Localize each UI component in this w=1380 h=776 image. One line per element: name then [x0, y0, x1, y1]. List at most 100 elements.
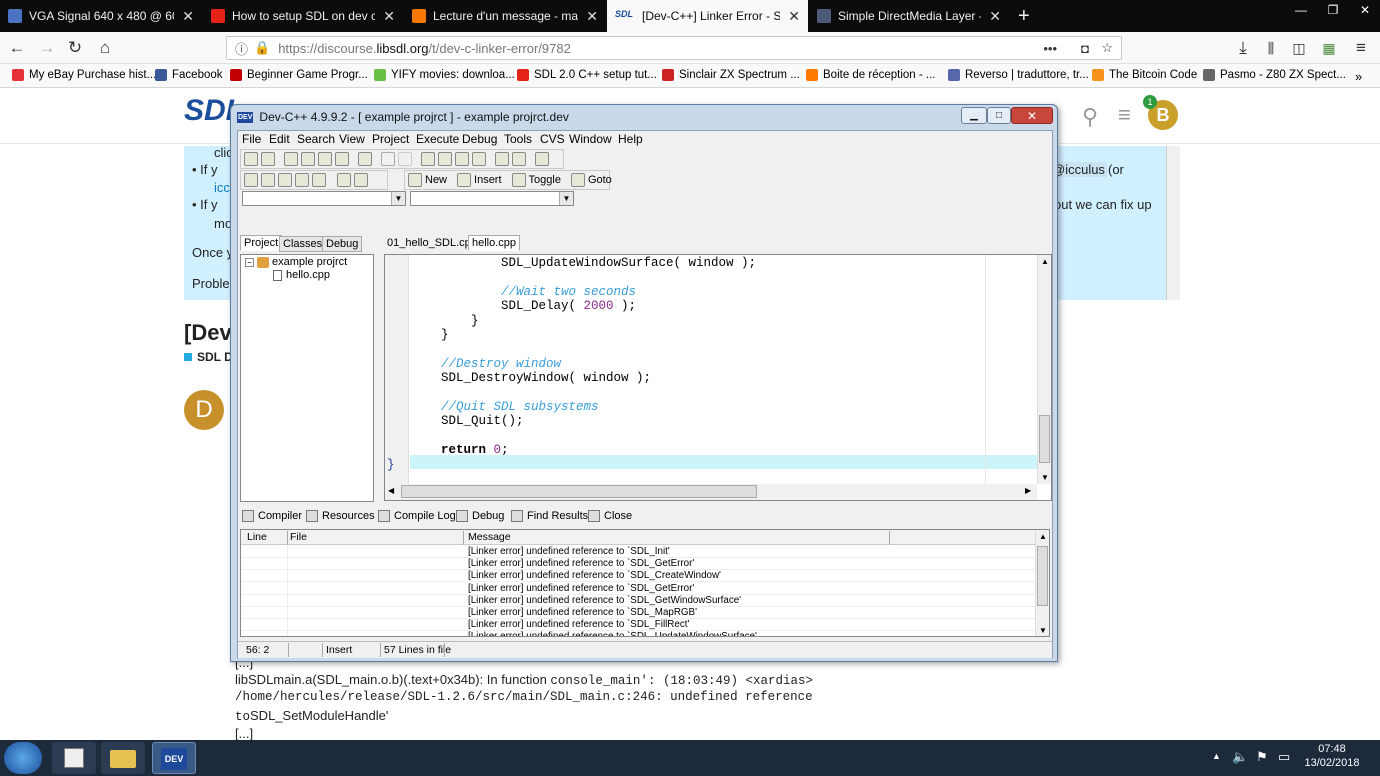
tab-sdl-setup-video[interactable]: How to setup SDL on dev c++ ✕: [203, 0, 403, 32]
print-icon[interactable]: [358, 152, 372, 166]
close-icon[interactable]: ✕: [788, 8, 800, 25]
extension-icon[interactable]: ▦: [1318, 38, 1340, 58]
bookmark-inbox[interactable]: Boite de réception - ...: [806, 69, 936, 81]
menu-view[interactable]: View: [339, 132, 365, 146]
clock[interactable]: 07:48 13/02/2018: [1300, 743, 1364, 769]
save-icon[interactable]: [301, 152, 315, 166]
insert-button[interactable]: Insert: [457, 173, 502, 187]
class-combo[interactable]: ▼: [242, 191, 406, 206]
column-divider[interactable]: [287, 531, 288, 545]
editor-vertical-scrollbar[interactable]: ▲ ▼: [1037, 255, 1051, 484]
tab-sdl-home[interactable]: Simple DirectMedia Layer - SD ✕: [809, 0, 1009, 32]
devcpp-taskbar-icon[interactable]: DEV: [152, 742, 196, 774]
close-icon[interactable]: ✕: [586, 8, 598, 25]
menu-tools[interactable]: Tools: [504, 132, 532, 146]
folder-taskbar-icon[interactable]: [101, 742, 145, 774]
menu-help[interactable]: Help: [618, 132, 643, 146]
compiler-message-row[interactable]: [Linker error] undefined reference to `S…: [241, 570, 1037, 583]
scroll-down-arrow-icon[interactable]: ▼: [1039, 626, 1047, 635]
redo-icon[interactable]: [398, 152, 412, 166]
notice-link[interactable]: icc: [214, 180, 230, 195]
tab-file-hello-cpp[interactable]: hello.cpp: [468, 235, 521, 251]
page-actions-icon[interactable]: •••: [1043, 41, 1057, 56]
goto-line-icon[interactable]: [472, 152, 486, 166]
scroll-thumb[interactable]: [401, 485, 757, 498]
compiler-message-row[interactable]: [Linker error] undefined reference to `S…: [241, 558, 1037, 571]
menu-execute[interactable]: Execute: [416, 132, 459, 146]
undo-icon[interactable]: [381, 152, 395, 166]
back-arrow-icon[interactable]: ←: [6, 38, 28, 58]
tab-classes[interactable]: Classes: [279, 236, 327, 252]
home-icon[interactable]: ⌂: [94, 38, 116, 58]
scroll-up-arrow-icon[interactable]: ▲: [1041, 257, 1049, 266]
tab-find-results[interactable]: Find Results: [511, 510, 588, 522]
compiler-message-row[interactable]: [Linker error] undefined reference to `S…: [241, 583, 1037, 595]
menu-icon[interactable]: ≡: [1118, 102, 1131, 128]
scroll-right-arrow-icon[interactable]: ▶: [1025, 486, 1031, 495]
bookmark-zx-spectrum[interactable]: Sinclair ZX Spectrum ...: [662, 69, 800, 81]
minimize-icon[interactable]: ▁: [961, 107, 987, 124]
start-button[interactable]: [4, 742, 42, 774]
column-line[interactable]: Line: [247, 531, 267, 543]
topic-category[interactable]: SDL D: [184, 350, 233, 364]
goto-bookmark-button[interactable]: Goto: [570, 173, 612, 187]
restore-icon[interactable]: ❐: [1318, 0, 1348, 20]
close-icon[interactable]: ✕: [989, 8, 1001, 25]
run-icon[interactable]: [261, 173, 275, 187]
maximize-icon[interactable]: □: [987, 107, 1011, 124]
bookmark-pasmo[interactable]: Pasmo - Z80 ZX Spect...: [1203, 69, 1346, 81]
tree-project-name[interactable]: example projrct: [272, 256, 347, 268]
add-to-project-icon[interactable]: [495, 152, 509, 166]
menu-project[interactable]: Project: [372, 132, 409, 146]
menu-file[interactable]: File: [242, 132, 261, 146]
tab-resources[interactable]: Resources: [306, 510, 375, 522]
column-message[interactable]: Message: [468, 531, 511, 543]
new-project-icon[interactable]: [244, 152, 258, 166]
poster-avatar[interactable]: D: [184, 390, 224, 430]
compiler-message-row[interactable]: [Linker error] undefined reference to `S…: [241, 546, 1037, 558]
editor-horizontal-scrollbar[interactable]: ◀ ▶: [385, 484, 1037, 500]
menu-debug[interactable]: Debug: [462, 132, 497, 146]
find-icon[interactable]: [421, 152, 435, 166]
network-icon[interactable]: ▭: [1278, 749, 1290, 765]
reload-icon[interactable]: ↻: [64, 38, 86, 58]
search-icon[interactable]: ⚲: [1082, 104, 1098, 130]
menu-edit[interactable]: Edit: [269, 132, 290, 146]
collapse-icon[interactable]: −: [245, 258, 254, 267]
find-next-icon[interactable]: [455, 152, 469, 166]
tab-vga-signal[interactable]: VGA Signal 640 x 480 @ 60 Hz ✕: [0, 0, 202, 32]
close-icon[interactable]: ✕: [182, 8, 194, 25]
tab-linker-error[interactable]: SDL [Dev-C++] Linker Error - SDL D ✕: [607, 0, 808, 32]
mention-icculus[interactable]: @icculus: [1050, 162, 1107, 177]
info-icon[interactable]: ⓘ: [235, 39, 248, 58]
tab-close[interactable]: Close: [588, 510, 632, 522]
tab-compiler[interactable]: Compiler: [242, 510, 302, 522]
toggle-bookmark-button[interactable]: Toggle: [511, 173, 561, 187]
compiler-message-row[interactable]: [Linker error] undefined reference to `S…: [241, 631, 1037, 636]
bookmark-game-programming[interactable]: Beginner Game Progr...: [230, 69, 368, 81]
close-window-icon[interactable]: ✕: [1350, 0, 1380, 20]
tab-mail[interactable]: Lecture d'un message - mail Or ✕: [404, 0, 606, 32]
bookmark-ebay[interactable]: My eBay Purchase hist...: [12, 69, 156, 81]
compile-icon[interactable]: [244, 173, 258, 187]
tab-project[interactable]: Project: [240, 235, 283, 251]
code-editor[interactable]: SDL_UpdateWindowSurface( window ); //Wai…: [384, 254, 1052, 501]
compile-run-icon[interactable]: [278, 173, 292, 187]
new-tab-button[interactable]: +: [1010, 0, 1040, 32]
scroll-left-arrow-icon[interactable]: ◀: [388, 486, 394, 495]
scroll-down-arrow-icon[interactable]: ▼: [1041, 473, 1049, 482]
bookmarks-overflow-icon[interactable]: »: [1355, 69, 1362, 84]
sidebar-icon[interactable]: ◫: [1288, 38, 1310, 58]
project-options-icon[interactable]: [535, 152, 549, 166]
tree-file-hello[interactable]: hello.cpp: [286, 269, 330, 281]
menu-search[interactable]: Search: [297, 132, 335, 146]
pocket-icon[interactable]: ◘: [1081, 41, 1089, 56]
close-window-icon[interactable]: ✕: [1011, 107, 1053, 124]
bookmark-yify[interactable]: YIFY movies: downloa...: [374, 69, 515, 81]
check-syntax-icon[interactable]: [312, 173, 326, 187]
volume-icon[interactable]: 🔈: [1232, 749, 1248, 765]
new-file-icon[interactable]: [284, 152, 298, 166]
help-icon[interactable]: [337, 173, 351, 187]
column-divider[interactable]: [463, 531, 464, 545]
remove-from-project-icon[interactable]: [512, 152, 526, 166]
